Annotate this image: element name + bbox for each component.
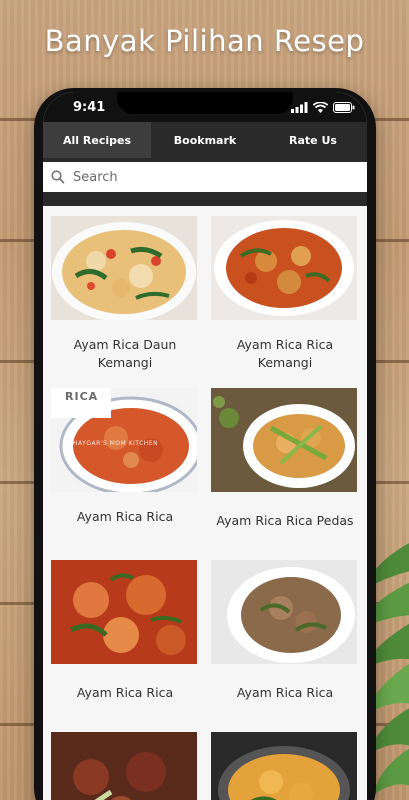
recipe-image [51,560,197,664]
app-screen: 9:41 All Recipes Bookmark Rate Us Search… [43,92,367,800]
signal-icon [291,101,308,113]
recipe-image [51,732,197,800]
header-divider [43,192,367,206]
recipe-image: RICA HAYGAR'S MOM KITCHEN [51,388,197,492]
recipe-title: Ayam Rica Rica Kemangi [236,337,334,370]
status-icons [291,101,355,113]
status-time: 9:41 [73,99,106,115]
tab-all-recipes[interactable]: All Recipes [43,122,151,158]
recipe-card[interactable]: Ayam Rica Rica Pedas [211,388,359,560]
recipe-image [211,388,357,492]
recipe-card[interactable]: Ayam Rica Rica Kemangi [211,216,359,388]
recipe-title: Ayam Rica Rica [236,685,334,700]
recipe-title: Ayam Rica Rica [76,685,174,700]
recipe-card[interactable]: RICA HAYGAR'S MOM KITCHEN Ayam Rica Rica [51,388,199,560]
tab-bar: All Recipes Bookmark Rate Us [43,122,367,158]
recipe-card[interactable] [211,732,359,800]
image-watermark: HAYGAR'S MOM KITCHEN [73,440,159,447]
phone-notch [117,92,293,114]
search-box [43,162,367,192]
recipe-grid: Ayam Rica Daun Kemangi Ayam Rica Rica Ke… [43,206,367,800]
search-input[interactable] [73,169,323,185]
tab-rate-us[interactable]: Rate Us [259,122,367,158]
battery-icon [333,101,355,113]
recipe-title: Ayam Rica Daun Kemangi [73,337,177,370]
recipe-title: Ayam Rica Rica Pedas [216,513,354,528]
recipe-card[interactable]: Ayam Rica Rica [211,560,359,732]
image-overlay-text: RICA [65,390,99,403]
recipe-image [211,560,357,664]
recipe-image [51,216,197,322]
recipe-image [211,732,357,800]
tab-bookmark[interactable]: Bookmark [151,122,259,158]
recipe-title: Ayam Rica Rica [76,509,174,524]
recipe-card[interactable]: Ayam Rica Rica [51,560,199,732]
recipe-card[interactable] [51,732,199,800]
search-icon [51,170,65,184]
recipe-card[interactable]: Ayam Rica Daun Kemangi [51,216,199,388]
search-bar [43,158,367,192]
recipe-image [211,216,357,320]
wifi-icon [313,101,328,113]
promo-title: Banyak Pilihan Resep [44,24,365,58]
